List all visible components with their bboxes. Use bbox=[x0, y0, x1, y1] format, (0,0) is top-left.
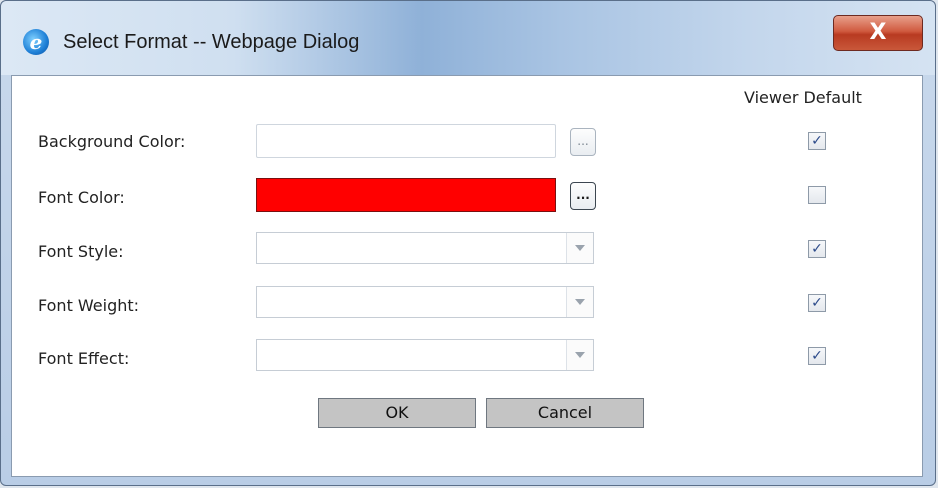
ok-button[interactable]: OK bbox=[318, 398, 476, 428]
background-color-picker-button[interactable]: ... bbox=[570, 128, 596, 156]
font-effect-viewer-default-checkbox[interactable]: ✓ bbox=[808, 347, 826, 365]
font-style-select[interactable] bbox=[256, 232, 594, 264]
chevron-down-icon[interactable] bbox=[566, 340, 593, 370]
background-color-label: Background Color: bbox=[38, 132, 186, 151]
chevron-down-icon[interactable] bbox=[566, 287, 593, 317]
font-color-viewer-default-checkbox[interactable] bbox=[808, 186, 826, 204]
font-effect-label: Font Effect: bbox=[38, 349, 130, 368]
cancel-button[interactable]: Cancel bbox=[486, 398, 644, 428]
font-weight-label: Font Weight: bbox=[38, 296, 140, 315]
dialog-body: Viewer Default Background Color: ... ✓ F… bbox=[11, 75, 923, 477]
font-style-label: Font Style: bbox=[38, 242, 124, 261]
chevron-down-icon[interactable] bbox=[566, 233, 593, 263]
window-title: Select Format -- Webpage Dialog bbox=[63, 31, 360, 53]
font-color-swatch[interactable] bbox=[256, 178, 556, 212]
title-bar[interactable]: e Select Format -- Webpage Dialog X bbox=[1, 1, 935, 75]
background-color-field[interactable] bbox=[256, 124, 556, 158]
background-color-viewer-default-checkbox[interactable]: ✓ bbox=[808, 132, 826, 150]
font-weight-select[interactable] bbox=[256, 286, 594, 318]
font-effect-select[interactable] bbox=[256, 339, 594, 371]
close-button[interactable]: X bbox=[833, 15, 923, 51]
ie-icon: e bbox=[23, 29, 49, 55]
font-weight-viewer-default-checkbox[interactable]: ✓ bbox=[808, 294, 826, 312]
font-color-label: Font Color: bbox=[38, 188, 125, 207]
font-color-picker-button[interactable]: ... bbox=[570, 182, 596, 210]
dialog-window: e Select Format -- Webpage Dialog X View… bbox=[0, 0, 936, 486]
viewer-default-header: Viewer Default bbox=[744, 88, 862, 107]
font-style-viewer-default-checkbox[interactable]: ✓ bbox=[808, 240, 826, 258]
